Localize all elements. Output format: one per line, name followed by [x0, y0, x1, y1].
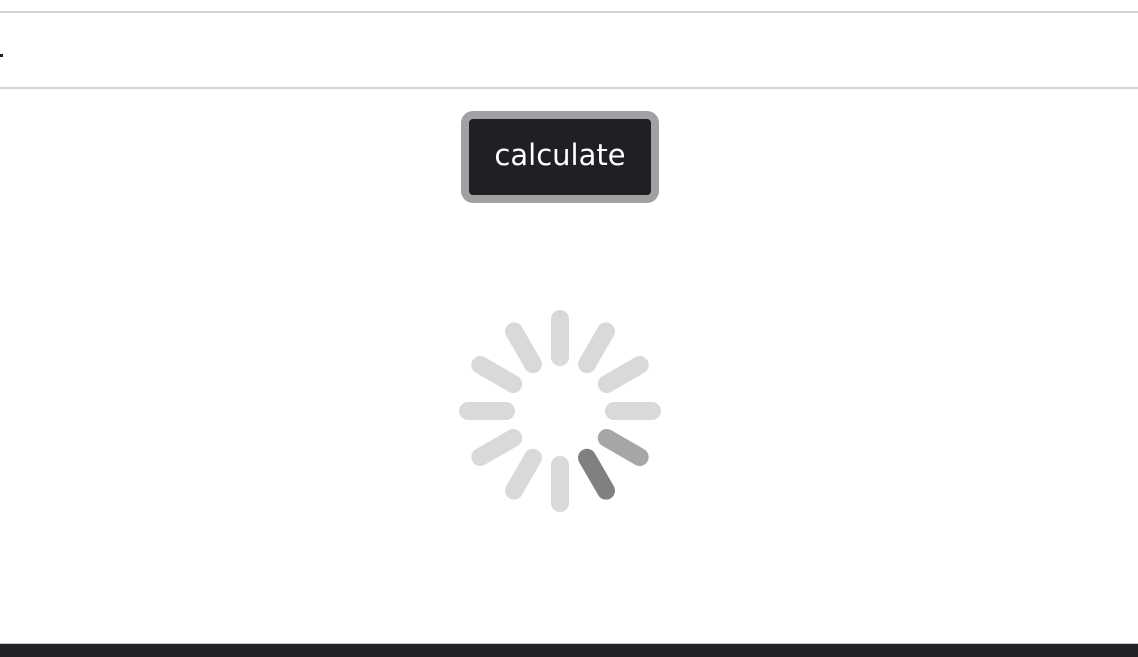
spinner-spoke	[471, 356, 523, 393]
footer-bar	[0, 643, 1138, 657]
text-input[interactable]	[0, 13, 1138, 87]
spinner-spoke	[459, 402, 515, 420]
text-cursor	[0, 54, 3, 57]
loading-spinner-icon	[459, 310, 661, 512]
spinner-spoke	[578, 448, 615, 500]
spinner-spoke	[471, 429, 523, 466]
spinner-spoke	[551, 456, 569, 512]
spinner-spoke	[505, 322, 542, 374]
spinner-spoke	[551, 310, 569, 366]
calculate-button[interactable]: calculate	[461, 111, 659, 203]
spinner-spoke	[605, 402, 661, 420]
spinner-spoke	[505, 448, 542, 500]
spinner-spoke	[578, 322, 615, 374]
input-row	[0, 11, 1138, 89]
spinner-spoke	[597, 429, 649, 466]
spinner-spoke	[597, 356, 649, 393]
